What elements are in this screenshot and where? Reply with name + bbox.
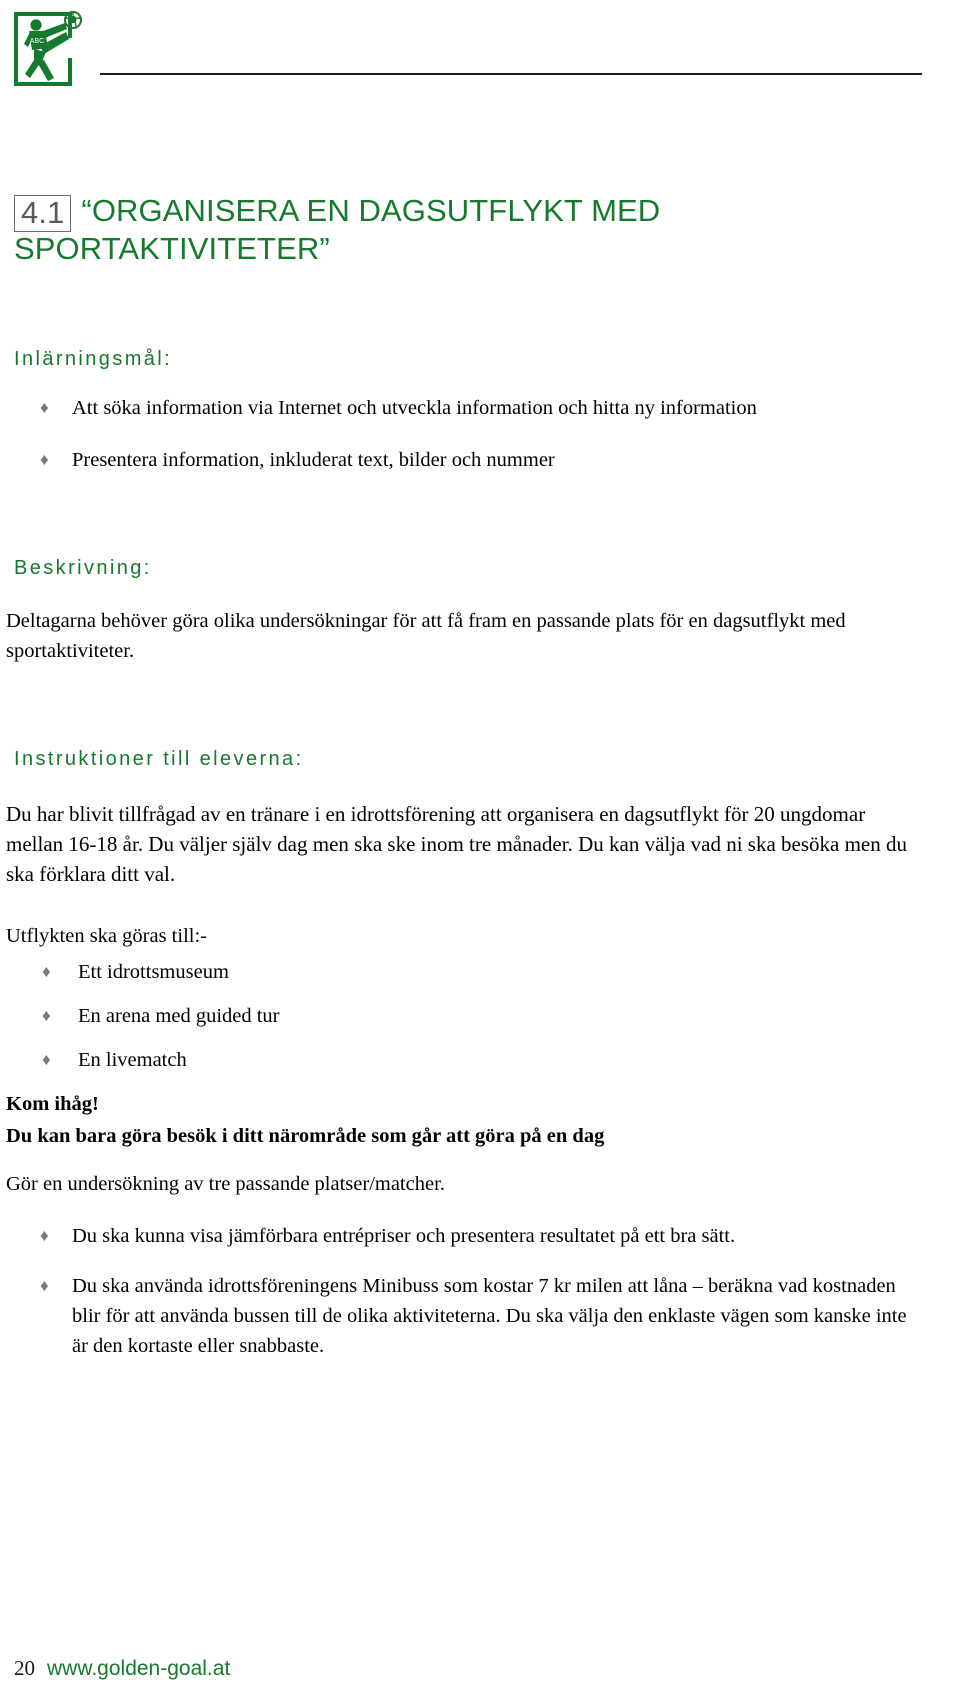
section-number: 4.1 xyxy=(14,195,72,232)
page-title: 4.1 “ORGANISERA EN DAGSUTFLYKT MED SPORTA… xyxy=(0,192,960,268)
list-item: Att söka information via Internet och ut… xyxy=(0,393,960,423)
list-item: En arena med guided tur xyxy=(0,1001,960,1031)
logo-shirt-text: ABC xyxy=(30,38,44,45)
remember-label: Kom ihåg! xyxy=(6,1093,99,1115)
instructions-intro-text: Du har blivit tillfrågad av en tränare i… xyxy=(6,802,908,886)
footer-url-link[interactable]: www.golden-goal.at xyxy=(47,1657,230,1681)
remember-text: Du kan bara göra besök i ditt närområde … xyxy=(6,1125,605,1147)
description-heading: Beskrivning: xyxy=(14,557,152,579)
description-text: Deltagarna behöver göra olika undersökni… xyxy=(6,610,846,662)
list-item: Du ska kunna visa jämförbara entrépriser… xyxy=(0,1221,960,1251)
title-line-2: SPORTAKTIVITETER” xyxy=(14,231,330,266)
title-line-1: “ORGANISERA EN DAGSUTFLYKT MED xyxy=(81,193,661,228)
page-number: 20 xyxy=(14,1656,35,1680)
header-divider xyxy=(100,73,922,75)
tasks-list: Du ska kunna visa jämförbara entrépriser… xyxy=(0,1221,960,1361)
list-item: En livematch xyxy=(0,1045,960,1075)
list-item: Du ska använda idrottsföreningens Minibu… xyxy=(0,1271,960,1361)
learning-objectives-list: Att söka information via Internet och ut… xyxy=(0,393,960,475)
research-text: Gör en undersökning av tre passande plat… xyxy=(6,1173,445,1195)
learning-objectives-heading: Inlärningsmål: xyxy=(14,348,173,370)
instructions-heading: Instruktioner till eleverna: xyxy=(14,748,304,770)
golden-goal-logo-icon: ABC xyxy=(10,8,92,90)
trip-intro-text: Utflykten ska göras till:- xyxy=(6,925,207,947)
list-item: Presentera information, inkluderat text,… xyxy=(0,445,960,475)
list-item: Ett idrottsmuseum xyxy=(0,957,960,987)
trip-places-list: Ett idrottsmuseum En arena med guided tu… xyxy=(0,957,960,1075)
page-header: ABC xyxy=(0,0,960,100)
page-footer: 20 www.golden-goal.at xyxy=(0,1656,960,1681)
